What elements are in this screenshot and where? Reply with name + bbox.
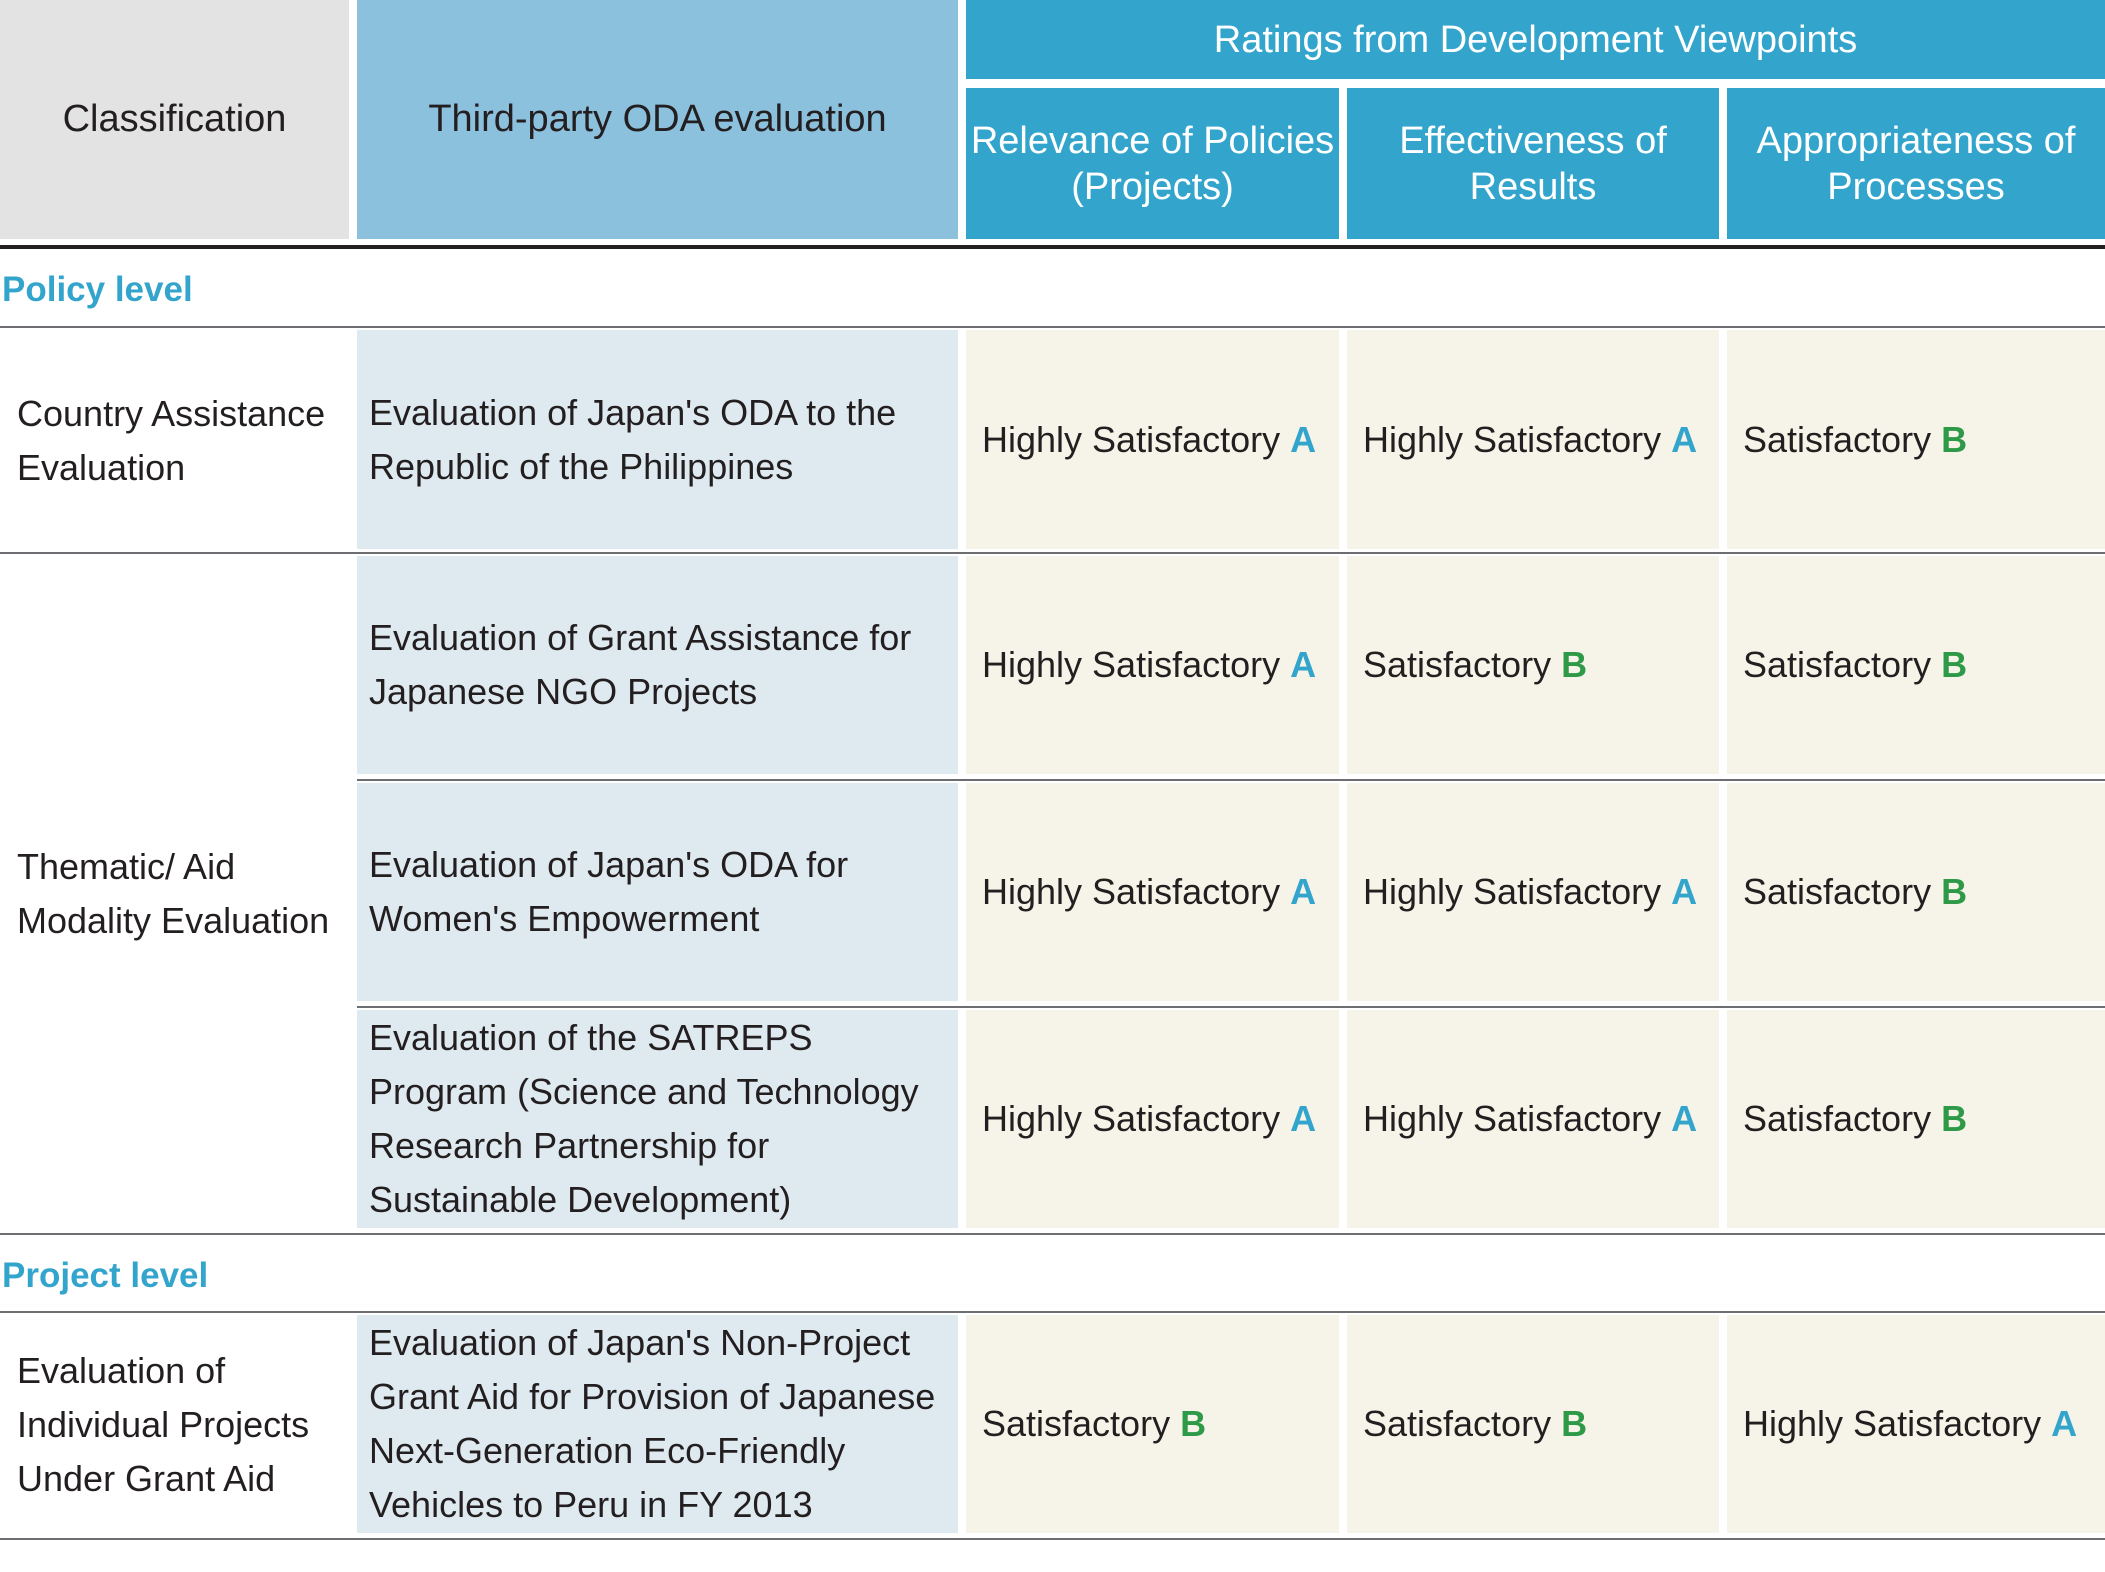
rating-cell: Highly Satisfactory A <box>966 1010 1339 1228</box>
rating-grade: A <box>1290 644 1317 685</box>
rating-cell: Satisfactory B <box>1727 1010 2105 1228</box>
evaluation-title: Evaluation of Japan's Non-Project Grant … <box>369 1322 936 1525</box>
rating-grade: A <box>1290 871 1317 912</box>
rating-label: Satisfactory <box>1743 871 1932 912</box>
evaluation-title: Evaluation of Grant Assistance for Japan… <box>369 617 912 712</box>
header-rule <box>0 245 2105 249</box>
rating-label: Highly Satisfactory <box>982 418 1281 460</box>
rating-label: Satisfactory <box>1743 418 1932 460</box>
classification-country: Country Assistance Evaluation <box>0 328 349 553</box>
rating-grade: A <box>1671 1098 1698 1139</box>
evaluation-title: Evaluation of the SATREPS Program (Scien… <box>369 1017 919 1220</box>
rating-cell: Satisfactory B <box>1727 556 2105 774</box>
rating-label: Highly Satisfactory <box>1363 871 1662 912</box>
classification-individual: Evaluation of Individual Projects Under … <box>0 1315 349 1535</box>
rating-cell: Highly Satisfactory A <box>1347 1010 1719 1228</box>
rating-label: Satisfactory <box>1363 1403 1552 1444</box>
header-third-party: Third-party ODA evaluation <box>357 0 958 239</box>
rating-grade: A <box>2051 1403 2078 1444</box>
rating-grade: B <box>1561 1403 1588 1444</box>
rating-cell: Satisfactory B <box>1347 556 1719 774</box>
rating-grade: B <box>1941 871 1968 912</box>
rating-cell: Satisfactory B <box>1727 330 2105 549</box>
evaluation-cell: Evaluation of the SATREPS Program (Scien… <box>357 1010 958 1228</box>
rating-cell: Satisfactory B <box>1347 1315 1719 1533</box>
header-relevance-label: Relevance of Policies (Projects) <box>970 119 1335 208</box>
rating-label: Highly Satisfactory <box>982 1098 1281 1139</box>
rating-label: Satisfactory <box>982 1403 1171 1444</box>
rating-cell: Highly Satisfactory A <box>966 330 1339 549</box>
rating-label: Highly Satisfactory <box>1363 1098 1662 1139</box>
rating-cell: Satisfactory B <box>1727 783 2105 1001</box>
rating-grade: B <box>1561 644 1588 685</box>
header-effectiveness: Effectiveness of Results <box>1347 88 1719 239</box>
rating-cell: Highly Satisfactory A <box>966 556 1339 774</box>
header-classification-label: Classification <box>62 98 287 140</box>
divider <box>0 552 2105 554</box>
rating-label: Satisfactory <box>1743 644 1932 685</box>
divider <box>357 779 2105 781</box>
divider <box>0 1311 2105 1313</box>
header-effectiveness-label: Effectiveness of Results <box>1399 119 1667 208</box>
classification-thematic-label: Thematic/ Aid Modality Evaluation <box>17 845 330 941</box>
header-ratings-group-label: Ratings from Development Viewpoints <box>1213 18 1858 61</box>
rating-label: Highly Satisfactory <box>982 644 1281 685</box>
rating-cell: Highly Satisfactory A <box>966 783 1339 1001</box>
rating-label: Highly Satisfactory <box>1743 1403 2042 1444</box>
rating-label: Highly Satisfactory <box>982 871 1281 912</box>
rating-grade: A <box>1290 1098 1317 1139</box>
divider <box>0 1233 2105 1235</box>
classification-thematic: Thematic/ Aid Modality Evaluation <box>0 556 349 1231</box>
rating-grade: A <box>1671 871 1698 912</box>
divider <box>0 1538 2105 1540</box>
header-appropriateness-label: Appropriateness of Processes <box>1756 119 2076 208</box>
header-ratings-group: Ratings from Development Viewpoints <box>966 0 2105 79</box>
evaluation-cell: Evaluation of Japan's ODA for Women's Em… <box>357 783 958 1001</box>
header-relevance: Relevance of Policies (Projects) <box>966 88 1339 239</box>
header-third-party-label: Third-party ODA evaluation <box>428 98 887 140</box>
evaluation-title: Evaluation of Japan's ODA to the Republi… <box>369 391 897 487</box>
rating-cell: Highly Satisfactory A <box>1347 783 1719 1001</box>
section-project-level: Project level <box>2 1256 209 1295</box>
rating-label: Satisfactory <box>1743 1098 1932 1139</box>
rating-label: Satisfactory <box>1363 644 1552 685</box>
rating-cell: Highly Satisfactory A <box>1347 330 1719 549</box>
rating-cell: Highly Satisfactory A <box>1727 1315 2105 1533</box>
divider <box>357 1006 2105 1008</box>
header-appropriateness: Appropriateness of Processes <box>1727 88 2105 239</box>
evaluation-title: Evaluation of Japan's ODA for Women's Em… <box>369 844 849 939</box>
classification-country-label: Country Assistance Evaluation <box>17 392 326 488</box>
rating-grade: A <box>1671 418 1698 460</box>
rating-label: Highly Satisfactory <box>1363 418 1662 460</box>
rating-grade: A <box>1290 418 1317 460</box>
classification-individual-label: Evaluation of Individual Projects Under … <box>17 1350 310 1499</box>
rating-grade: B <box>1941 1098 1968 1139</box>
evaluation-cell: Evaluation of Japan's Non-Project Grant … <box>357 1315 958 1533</box>
evaluation-cell: Evaluation of Grant Assistance for Japan… <box>357 556 958 774</box>
rating-grade: B <box>1180 1403 1207 1444</box>
header-classification: Classification <box>0 0 349 239</box>
rating-cell: Satisfactory B <box>966 1315 1339 1533</box>
rating-grade: B <box>1941 644 1968 685</box>
rating-grade: B <box>1941 418 1968 460</box>
evaluation-cell: Evaluation of Japan's ODA to the Republi… <box>357 330 958 549</box>
section-policy-level: Policy level <box>2 270 193 309</box>
